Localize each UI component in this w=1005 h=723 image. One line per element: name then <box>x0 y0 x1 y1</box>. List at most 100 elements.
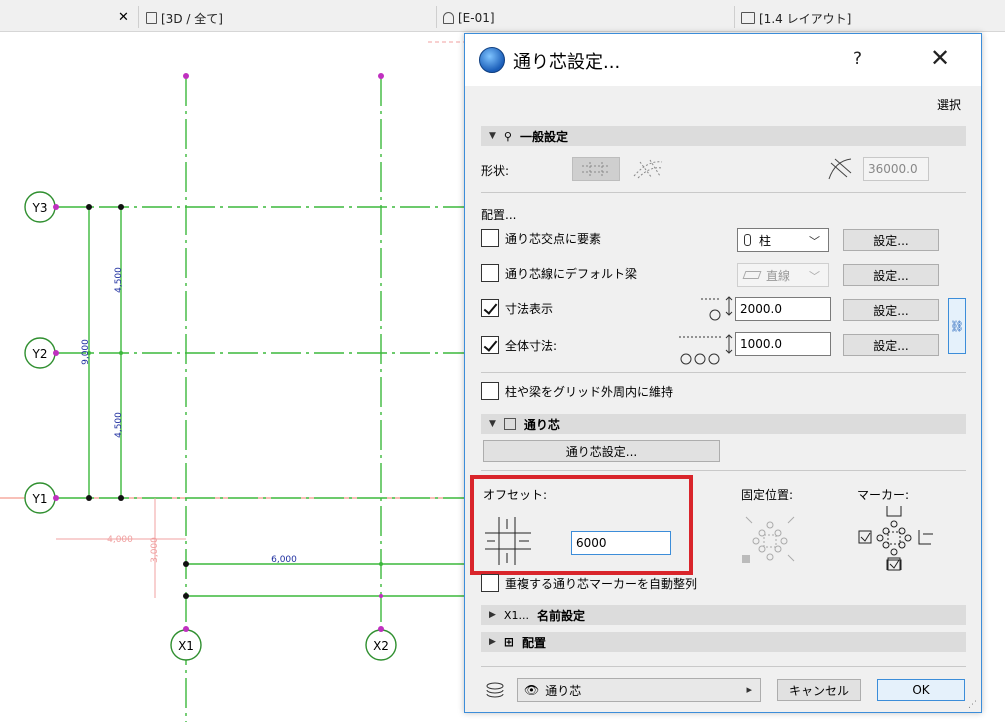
placement-label: 配置... <box>481 208 517 222</box>
tab-label: [E-01] <box>458 11 495 25</box>
dimension-display-label: 寸法表示 <box>505 302 554 316</box>
radial-grid-icon <box>633 159 663 179</box>
name-prefix-icon: X1... <box>503 608 529 622</box>
tab-separator <box>138 6 139 28</box>
archicad-icon <box>479 47 505 73</box>
total-dimension-checkbox[interactable] <box>481 336 499 354</box>
tab-elevation[interactable]: [E-01] <box>443 8 495 28</box>
layer-dropdown[interactable]: 👁 通り芯 ▸ <box>517 678 761 702</box>
resize-grip-icon[interactable]: ⋰ <box>968 700 977 710</box>
elem-at-intersection-label: 通り芯交点に要素 <box>505 232 602 246</box>
eye-icon: 👁 <box>524 683 540 697</box>
elevation-view-icon <box>443 12 454 24</box>
grid-handle[interactable] <box>183 626 189 632</box>
layout-header[interactable]: ▶ ⊞ 配置 <box>481 632 966 652</box>
grid-settings-button[interactable]: 通り芯設定... <box>483 440 720 462</box>
name-settings-header[interactable]: ▶ X1... 名前設定 <box>481 605 966 625</box>
beam-settings-button[interactable]: 設定... <box>843 264 939 286</box>
highlight-box <box>470 475 693 575</box>
divider <box>481 372 966 373</box>
dimension-value-field[interactable]: 2000.0 <box>735 297 831 321</box>
dim-text: 4,500 <box>114 412 124 438</box>
layout-grid-icon: ⊞ <box>503 635 514 649</box>
divider <box>481 470 966 471</box>
dimension-node <box>118 495 124 501</box>
grid-label: X1 <box>178 639 194 653</box>
section-title: 通り芯 <box>523 417 560 432</box>
divider <box>481 666 966 667</box>
grid-handle[interactable] <box>53 204 59 210</box>
select-link[interactable]: 選択 <box>937 96 961 113</box>
dimension-node <box>183 593 189 599</box>
dimension-settings-button[interactable]: 設定... <box>843 299 939 321</box>
tab-label: [3D / 全て] <box>161 11 223 26</box>
grid-label: X2 <box>373 639 389 653</box>
default-beam-checkbox[interactable] <box>481 264 499 282</box>
auto-align-checkbox[interactable] <box>481 574 499 592</box>
fixed-position-label: 固定位置: <box>741 488 794 502</box>
grid-handle[interactable] <box>53 495 59 501</box>
dimension-node <box>86 495 92 501</box>
dim-text: 4,500 <box>114 267 124 293</box>
grid-bubble-x2[interactable]: X2 <box>365 629 397 661</box>
close-icon[interactable]: ✕ <box>930 44 950 72</box>
element-type-dropdown[interactable]: 柱 ﹀ <box>737 228 829 252</box>
dim-text: 6,000 <box>271 555 297 565</box>
general-settings-header[interactable]: ▼ ⚲ 一般設定 <box>481 126 966 146</box>
tab-layout[interactable]: [1.4 レイアウト] <box>741 8 851 28</box>
keep-inside-label: 柱や梁をグリッド外周内に維持 <box>505 385 674 399</box>
tab-3d[interactable]: [3D / 全て] <box>146 8 223 28</box>
grid-bubble-y1[interactable]: Y1 <box>24 482 56 514</box>
radial-length-icon <box>828 158 852 180</box>
layout-icon <box>741 12 755 24</box>
marker-label: マーカー: <box>857 488 910 502</box>
total-dimension-label: 全体寸法: <box>505 339 558 353</box>
elem-at-intersection-checkbox[interactable] <box>481 229 499 247</box>
chevron-down-icon: ﹀ <box>809 270 820 283</box>
column-icon <box>744 234 751 246</box>
dim-text: 9,000 <box>81 339 91 365</box>
dimension-node <box>183 561 189 567</box>
3d-view-icon <box>146 12 157 24</box>
section-title: 配置 <box>521 635 546 650</box>
total-dimension-settings-button[interactable]: 設定... <box>843 334 939 356</box>
dim-text: 3,000 <box>150 537 160 563</box>
chevron-down-icon: ﹀ <box>809 235 820 248</box>
fixed-position-icon[interactable] <box>740 511 800 567</box>
grid-bubble-y2[interactable]: Y2 <box>24 337 56 369</box>
expand-triangle-icon: ▶ <box>489 637 496 647</box>
tab-bar: ✕ [3D / 全て] [E-01] [1.4 レイアウト] <box>0 0 1005 32</box>
shape-radial-button[interactable] <box>624 157 672 181</box>
grid-handle[interactable] <box>378 73 384 79</box>
dimension-node <box>119 351 123 355</box>
ok-button[interactable]: OK <box>877 679 965 701</box>
grid-handle[interactable] <box>53 350 59 356</box>
grid-marker-icon <box>503 418 516 430</box>
grid-section-header[interactable]: ▼ 通り芯 <box>481 414 966 434</box>
column-settings-button[interactable]: 設定... <box>843 229 939 251</box>
total-dimension-field[interactable]: 1000.0 <box>735 332 831 356</box>
link-settings-button[interactable]: ⛓ <box>948 298 966 354</box>
length-field[interactable]: 36000.0 <box>863 157 929 181</box>
dimension-node <box>379 594 383 598</box>
grid-bubble-y3[interactable]: Y3 <box>24 191 56 223</box>
dialog-titlebar[interactable]: 通り芯設定... ? ✕ <box>465 34 981 86</box>
dimension-node <box>379 562 383 566</box>
close-tab-icon[interactable]: ✕ <box>118 10 129 25</box>
cancel-button[interactable]: キャンセル <box>777 679 861 701</box>
grid-handle[interactable] <box>378 626 384 632</box>
beam-type-dropdown[interactable]: 直線 ﹀ <box>737 263 829 287</box>
grid-settings-dialog: 通り芯設定... ? ✕ 選択 ▼ ⚲ 一般設定 形状: 36000.0 配置.… <box>464 33 982 713</box>
marker-position-icon[interactable] <box>857 504 933 572</box>
grid-bubble-x1[interactable]: X1 <box>170 629 202 661</box>
keep-inside-checkbox[interactable] <box>481 382 499 400</box>
expand-triangle-icon: ▶ <box>489 610 496 620</box>
chevron-right-icon: ▸ <box>746 683 752 696</box>
pin-icon: ⚲ <box>503 129 512 143</box>
help-button[interactable]: ? <box>853 49 862 69</box>
shape-orthogonal-button[interactable] <box>572 157 620 181</box>
dimension-display-checkbox[interactable] <box>481 299 499 317</box>
grid-handle[interactable] <box>183 73 189 79</box>
collapse-triangle-icon: ▼ <box>489 131 496 141</box>
total-dimension-icon <box>679 334 733 365</box>
